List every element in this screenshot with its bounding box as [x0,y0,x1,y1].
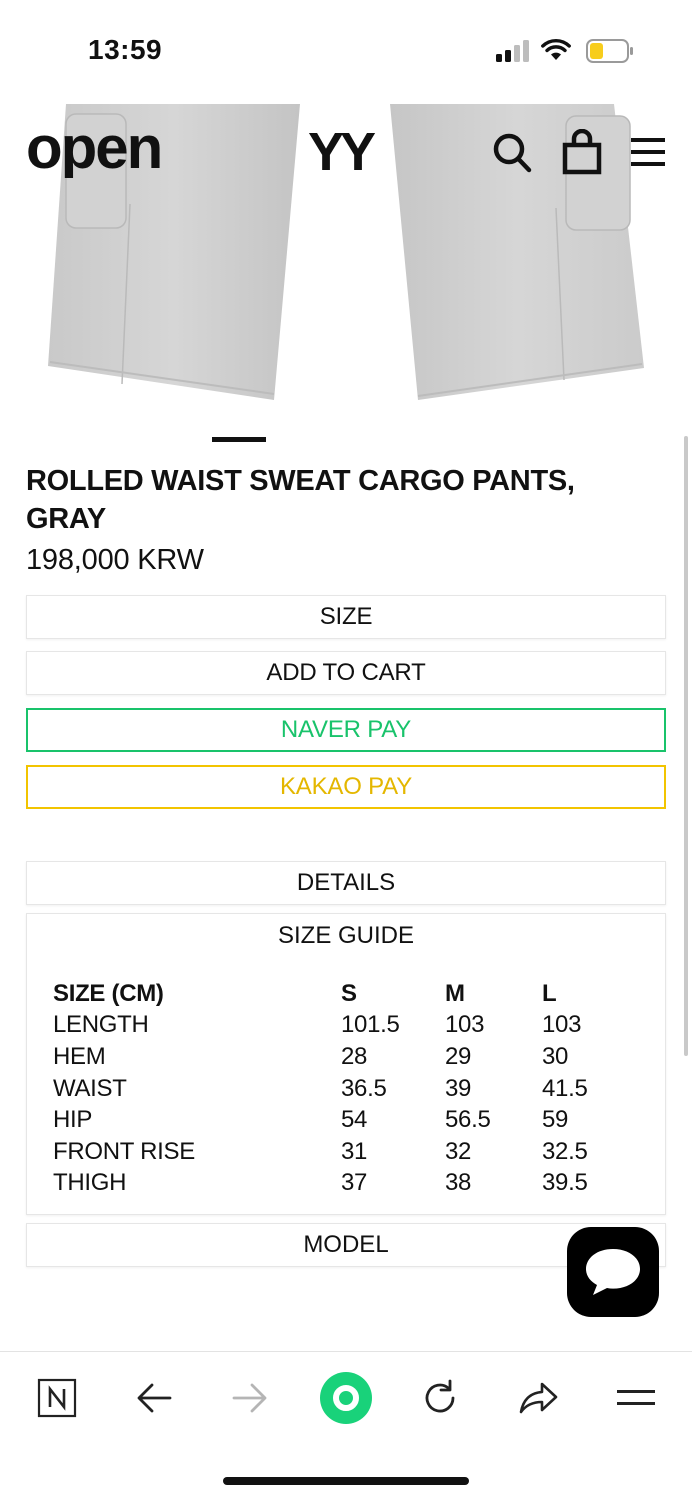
naver-home-button[interactable] [318,1370,374,1426]
browser-toolbar [0,1351,692,1451]
table-cell: FRONT RISE [53,1137,195,1165]
scrollbar[interactable] [684,436,688,1056]
size-select-button[interactable]: SIZE [26,595,666,639]
wifi-icon [541,39,571,60]
search-icon [493,133,532,173]
status-time: 13:59 [88,34,163,65]
table-header: SIZE (CM) [53,979,164,1007]
table-header-row: SIZE (CM) S M L [53,978,622,1010]
back-arrow-icon [137,1383,172,1413]
back-button[interactable] [128,1372,180,1424]
share-icon [519,1382,558,1414]
table-cell: 28 [341,1042,368,1070]
table-header: L [542,979,557,1007]
carousel-indicator[interactable] [212,437,266,442]
table-cell: 36.5 [341,1074,387,1102]
product-title: ROLLED WAIST SWEAT CARGO PANTS, GRAY [26,465,575,535]
table-cell: 39.5 [542,1169,588,1197]
add-to-cart-button[interactable]: ADD TO CART [26,651,666,695]
details-toggle[interactable]: DETAILS [26,861,666,905]
menu-button[interactable] [626,128,670,176]
table-cell: 29 [445,1042,472,1070]
table-cell: LENGTH [53,1011,149,1039]
table-cell: 31 [341,1137,368,1165]
table-cell: THIGH [53,1169,127,1197]
table-cell: 56.5 [445,1106,491,1134]
size-guide-table: SIZE (CM) S M L LENGTH 101.5 103 103 HEM… [53,978,622,1199]
table-cell: 103 [542,1011,582,1039]
table-cell: 41.5 [542,1074,588,1102]
table-row: HIP 54 56.5 59 [53,1104,622,1136]
chat-bubble-icon [586,1249,640,1295]
browser-menu-button[interactable] [610,1372,662,1424]
table-row: THIGH 37 38 39.5 [53,1168,622,1200]
table-row: FRONT RISE 31 32 32.5 [53,1136,622,1168]
table-row: LENGTH 101.5 103 103 [53,1010,622,1042]
naver-home-icon [320,1372,372,1424]
table-cell: 59 [542,1106,569,1134]
shopping-bag-icon [562,129,602,175]
brand-logo-yy-text: YY [308,126,376,174]
table-header: M [445,979,465,1007]
menu-icon [617,1390,655,1405]
naver-pay-button[interactable]: NAVER PAY [26,708,666,752]
hamburger-menu-icon [631,138,665,166]
brand-logo-open[interactable]: open [26,118,194,178]
table-cell: 37 [341,1169,368,1197]
reload-icon [425,1379,455,1413]
size-guide-panel: SIZE GUIDE SIZE (CM) S M L LENGTH 101.5 … [26,913,666,1215]
naver-n-button[interactable] [31,1372,83,1424]
table-cell: 32.5 [542,1137,588,1165]
forward-button[interactable] [224,1372,276,1424]
table-cell: 32 [445,1137,472,1165]
cellular-signal-icon [496,40,529,62]
naver-n-icon [37,1378,77,1418]
table-cell: 54 [341,1106,368,1134]
size-guide-toggle[interactable]: SIZE GUIDE [27,922,665,950]
table-row: WAIST 36.5 39 41.5 [53,1073,622,1105]
table-cell: 103 [445,1011,485,1039]
kakao-pay-button[interactable]: KAKAO PAY [26,765,666,809]
search-button[interactable] [490,128,534,176]
table-header: S [341,979,357,1007]
table-cell: HEM [53,1042,106,1070]
share-button[interactable] [512,1372,564,1424]
forward-arrow-icon [232,1383,267,1413]
table-cell: 101.5 [341,1011,400,1039]
product-price: 198,000 KRW [26,544,204,576]
status-bar: 13:59 [0,0,692,100]
table-cell: HIP [53,1106,93,1134]
battery-icon [586,39,633,63]
table-cell: WAIST [53,1074,127,1102]
cart-button[interactable] [560,128,604,176]
table-cell: 38 [445,1169,472,1197]
brand-logo-yy[interactable]: YY [308,126,388,174]
table-cell: 30 [542,1042,569,1070]
chat-button[interactable] [567,1227,659,1317]
table-cell: 39 [445,1074,472,1102]
reload-button[interactable] [414,1372,466,1424]
brand-logo-open-text: open [26,118,161,178]
home-indicator[interactable] [223,1477,469,1485]
table-row: HEM 28 29 30 [53,1041,622,1073]
